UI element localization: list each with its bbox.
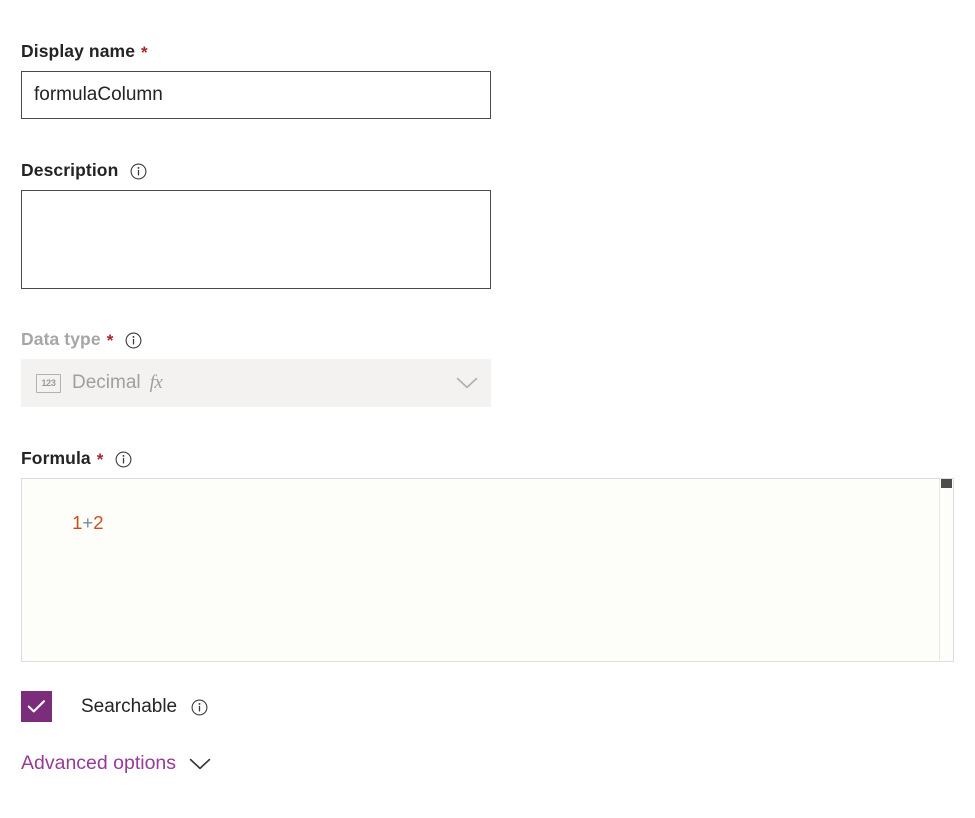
formula-token-number-1: 1 bbox=[72, 512, 82, 533]
description-label-row: Description bbox=[21, 159, 491, 181]
formula-label: Formula bbox=[21, 447, 91, 469]
formula-fx-icon: fx bbox=[150, 372, 163, 394]
chevron-down-icon[interactable] bbox=[189, 757, 211, 771]
formula-editor-scrollbar-thumb[interactable] bbox=[941, 479, 952, 488]
searchable-label: Searchable bbox=[81, 696, 177, 718]
searchable-checkbox[interactable] bbox=[21, 691, 52, 722]
data-type-required-indicator: * bbox=[107, 332, 114, 350]
data-type-field-group: Data type * 123 Decimal fx bbox=[21, 328, 491, 407]
data-type-dropdown[interactable]: 123 Decimal fx bbox=[21, 359, 491, 407]
chevron-down-icon[interactable] bbox=[456, 376, 478, 390]
display-name-required-indicator: * bbox=[141, 44, 148, 62]
display-name-label-row: Display name * bbox=[21, 40, 491, 62]
formula-field-group: Formula * 1+2 bbox=[21, 447, 954, 662]
description-field-group: Description bbox=[21, 159, 491, 294]
formula-label-row: Formula * bbox=[21, 447, 954, 469]
checkmark-icon bbox=[27, 699, 46, 714]
display-name-input[interactable] bbox=[21, 71, 491, 119]
formula-info-icon[interactable] bbox=[115, 451, 132, 468]
data-type-selected-value: Decimal bbox=[72, 372, 141, 394]
formula-expression: 1+2 bbox=[31, 490, 104, 556]
description-info-icon[interactable] bbox=[130, 163, 147, 180]
display-name-field-group: Display name * bbox=[21, 40, 491, 119]
searchable-checkbox-row[interactable]: Searchable bbox=[21, 691, 208, 722]
formula-token-operator: + bbox=[82, 512, 93, 533]
formula-editor-scrollbar[interactable] bbox=[939, 479, 953, 661]
formula-editor[interactable]: 1+2 bbox=[21, 478, 954, 662]
formula-required-indicator: * bbox=[97, 451, 104, 469]
number-123-icon: 123 bbox=[36, 374, 61, 393]
description-label: Description bbox=[21, 159, 118, 181]
description-textarea[interactable] bbox=[21, 190, 491, 289]
advanced-options-label: Advanced options bbox=[21, 752, 176, 775]
data-type-label-row: Data type * bbox=[21, 328, 491, 350]
data-type-label: Data type bbox=[21, 328, 101, 350]
searchable-info-icon[interactable] bbox=[191, 699, 208, 716]
data-type-info-icon[interactable] bbox=[125, 332, 142, 349]
formula-token-number-2: 2 bbox=[93, 512, 103, 533]
column-properties-form: Display name * Description Data type * bbox=[0, 0, 975, 818]
display-name-label: Display name bbox=[21, 40, 135, 62]
advanced-options-toggle[interactable]: Advanced options bbox=[21, 752, 211, 775]
